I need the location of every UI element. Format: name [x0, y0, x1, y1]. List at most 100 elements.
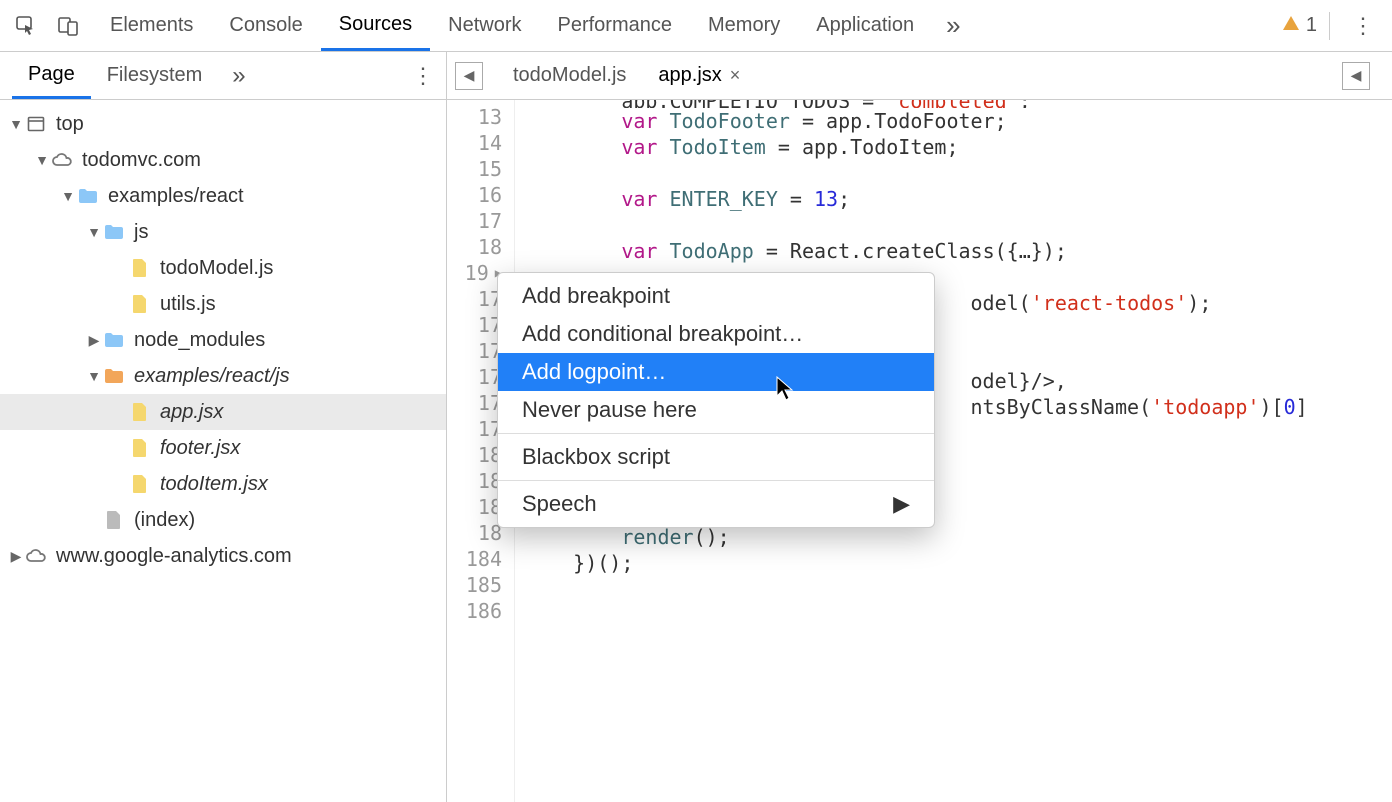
panel-tabs: ElementsConsoleSourcesNetworkPerformance…	[92, 0, 932, 51]
tree-item-label: todoModel.js	[160, 257, 273, 280]
line-number[interactable]: 186	[447, 598, 502, 624]
navigator-tab-filesystem[interactable]: Filesystem	[91, 52, 219, 99]
line-number[interactable]: 18	[447, 520, 502, 546]
tree-item[interactable]: ▼examples/react/js	[0, 358, 446, 394]
line-number[interactable]: 17	[447, 338, 502, 364]
line-number[interactable]: 18	[447, 234, 502, 260]
devtools-toolbar: ElementsConsoleSourcesNetworkPerformance…	[0, 0, 1392, 52]
tree-item-label: footer.jsx	[160, 437, 240, 460]
line-number[interactable]: 185	[447, 572, 502, 598]
panel-tab-application[interactable]: Application	[798, 0, 932, 51]
menu-separator	[498, 480, 934, 481]
tree-item-label: www.google-analytics.com	[56, 545, 292, 568]
tree-item-label: todoItem.jsx	[160, 473, 268, 496]
file-yellow-icon	[128, 402, 152, 422]
tree-item[interactable]: utils.js	[0, 286, 446, 322]
warning-triangle-icon	[1282, 14, 1300, 38]
line-number[interactable]: 184	[447, 546, 502, 572]
panel-tab-performance[interactable]: Performance	[540, 0, 691, 51]
warnings-indicator[interactable]: 1	[1282, 14, 1317, 38]
tree-item[interactable]: ▼ top	[0, 106, 446, 142]
line-number[interactable]: 18	[447, 442, 502, 468]
cloud-icon	[24, 547, 48, 565]
context-menu-label: Speech	[522, 491, 597, 517]
tree-item[interactable]: footer.jsx	[0, 430, 446, 466]
tree-item-label: top	[56, 113, 84, 136]
debugger-toggle-icon[interactable]: ◀	[1342, 62, 1370, 90]
line-number[interactable]: 18	[447, 468, 502, 494]
panel-tab-network[interactable]: Network	[430, 0, 539, 51]
tree-item-label: (index)	[134, 509, 195, 532]
navigator-tab-page[interactable]: Page	[12, 52, 91, 99]
tree-item-label: app.jsx	[160, 401, 223, 424]
disclosure-triangle-icon[interactable]: ▼	[34, 152, 50, 168]
tree-item[interactable]: todoModel.js	[0, 250, 446, 286]
line-number[interactable]: 14	[447, 130, 502, 156]
device-toggle-icon[interactable]	[50, 8, 86, 44]
window-icon	[24, 115, 48, 133]
submenu-arrow-icon: ▶	[893, 491, 910, 517]
line-number[interactable]: 17	[447, 286, 502, 312]
panel-tab-memory[interactable]: Memory	[690, 0, 798, 51]
cloud-icon	[50, 151, 74, 169]
context-menu-item[interactable]: Never pause here	[498, 391, 934, 429]
disclosure-triangle-icon[interactable]: ▼	[60, 188, 76, 204]
context-menu-item[interactable]: Add logpoint…	[498, 353, 934, 391]
file-tree[interactable]: ▼top▼todomvc.com▼examples/react▼jstodoMo…	[0, 100, 446, 802]
folder-blue-icon	[102, 332, 126, 348]
tree-item-label: js	[134, 221, 148, 244]
gutter-context-menu[interactable]: Add breakpointAdd conditional breakpoint…	[497, 272, 935, 528]
panel-tab-sources[interactable]: Sources	[321, 0, 430, 51]
file-yellow-icon	[128, 474, 152, 494]
panel-tab-elements[interactable]: Elements	[92, 0, 211, 51]
panel-tab-console[interactable]: Console	[211, 0, 320, 51]
editor-tab[interactable]: todoModel.js	[497, 52, 642, 99]
context-menu-item[interactable]: Add conditional breakpoint…	[498, 315, 934, 353]
context-menu-item[interactable]: Speech ▶	[498, 485, 934, 523]
line-number[interactable]: 17	[447, 208, 502, 234]
line-number[interactable]: 15	[447, 156, 502, 182]
context-menu-label: Add logpoint…	[522, 359, 666, 385]
tree-item[interactable]: app.jsx	[0, 394, 446, 430]
close-icon[interactable]: ×	[730, 65, 741, 86]
tree-item[interactable]: ▶ node_modules	[0, 322, 446, 358]
disclosure-triangle-icon[interactable]: ▶	[86, 332, 102, 349]
disclosure-triangle-icon[interactable]: ▼	[8, 116, 24, 132]
tree-item[interactable]: todoItem.jsx	[0, 466, 446, 502]
tree-item[interactable]: ▼ js	[0, 214, 446, 250]
disclosure-triangle-icon[interactable]: ▼	[86, 224, 102, 240]
tree-item-label: node_modules	[134, 329, 265, 352]
editor-tab[interactable]: app.jsx ×	[642, 52, 756, 99]
line-number[interactable]: 16	[447, 182, 502, 208]
editor-tab-label: app.jsx	[658, 64, 721, 87]
tree-item[interactable]: ▼todomvc.com	[0, 142, 446, 178]
tree-item[interactable]: ▶ www.google-analytics.com	[0, 538, 446, 574]
context-menu-item[interactable]: Blackbox script	[498, 438, 934, 476]
inspect-icon[interactable]	[8, 8, 44, 44]
context-menu-item[interactable]: Add breakpoint	[498, 277, 934, 315]
line-number[interactable]: 18	[447, 494, 502, 520]
line-number[interactable]: 19▶	[447, 260, 502, 286]
disclosure-triangle-icon[interactable]: ▶	[8, 548, 24, 565]
tree-item-label: examples/react	[108, 185, 244, 208]
navigator-menu-icon[interactable]: ⋮	[412, 63, 434, 89]
warning-count: 1	[1306, 14, 1317, 37]
more-navigator-tabs-icon[interactable]: »	[218, 62, 259, 90]
file-gray-icon	[102, 510, 126, 530]
navigator-tabs: Page Filesystem » ⋮	[0, 52, 446, 100]
disclosure-triangle-icon[interactable]: ▼	[86, 368, 102, 384]
menu-separator	[498, 433, 934, 434]
line-number[interactable]: 17	[447, 390, 502, 416]
tree-item-label: utils.js	[160, 293, 216, 316]
line-number[interactable]: 17	[447, 364, 502, 390]
line-number[interactable]: 17	[447, 416, 502, 442]
line-number[interactable]: 17	[447, 312, 502, 338]
kebab-menu-icon[interactable]: ⋮	[1342, 13, 1384, 39]
navigator-toggle-icon[interactable]: ◀	[455, 62, 483, 90]
editor-tab-bar: ◀ todoModel.js app.jsx × ◀	[447, 52, 1392, 100]
tree-item[interactable]: ▼ examples/react	[0, 178, 446, 214]
line-number[interactable]: 13	[447, 104, 502, 130]
context-menu-label: Blackbox script	[522, 444, 670, 470]
more-panels-icon[interactable]: »	[932, 10, 974, 41]
tree-item[interactable]: (index)	[0, 502, 446, 538]
